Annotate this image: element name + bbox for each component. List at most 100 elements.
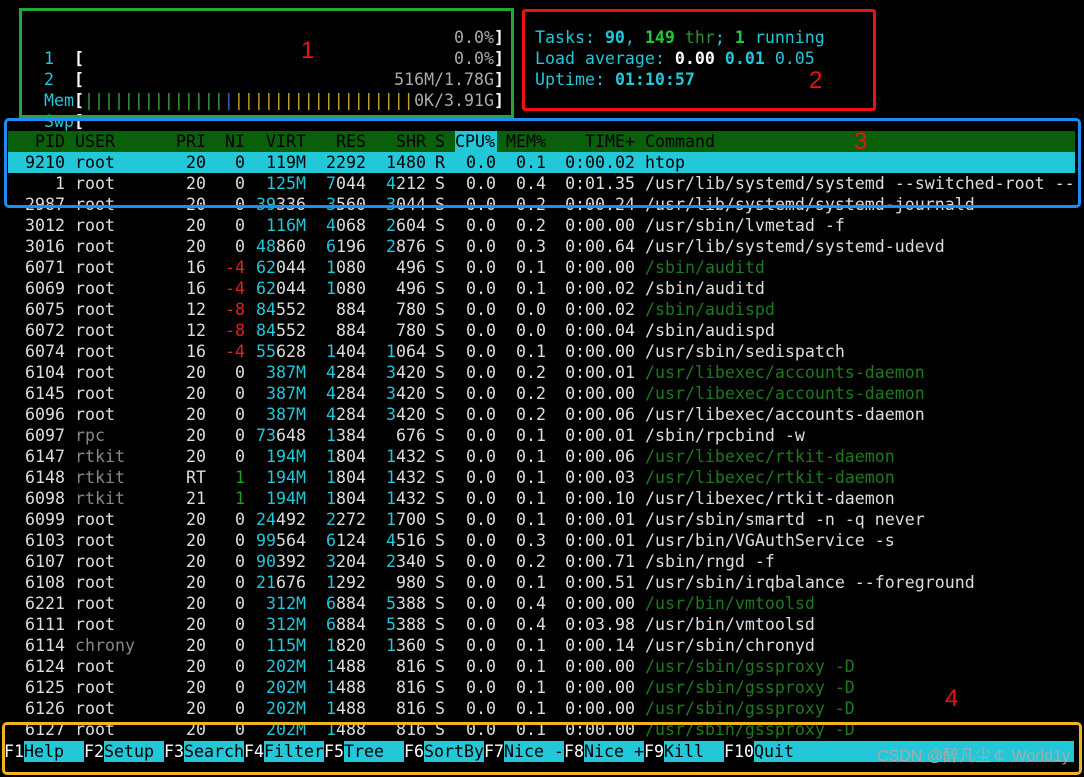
shr-cell: 1064 — [386, 342, 426, 361]
mem-cell: 0.1 — [516, 489, 546, 508]
process-row[interactable]: 3016 root 20 0 48860 6196 2876 S 0.0 0.3 0:00.64/u… — [8, 236, 1084, 257]
pid-cell: 6104 — [25, 363, 65, 382]
mem-cell: 0.1 — [516, 657, 546, 676]
cpu-cell: 0.0 — [466, 699, 496, 718]
command-cell: /usr/libexec/rtkit-daemon — [645, 447, 895, 466]
virt-cell: 387M — [266, 384, 306, 403]
state-cell: S — [435, 552, 445, 571]
process-row[interactable]: 6111 root 20 0 312M 6884 5388 S 0.0 0.4 0:03.98/us… — [8, 614, 1084, 635]
user-cell: rpc — [75, 426, 105, 445]
command-cell: /usr/sbin/gssproxy -D — [645, 699, 855, 718]
process-row[interactable]: 6221 root 20 0 312M 6884 5388 S 0.0 0.4 0:00.00/us… — [8, 593, 1084, 614]
mem-cell: 0.1 — [516, 699, 546, 718]
process-row[interactable]: 6108 root 20 0 21676 1292 980 S 0.0 0.1 0:00.51/us… — [8, 572, 1084, 593]
process-row[interactable]: 6125 root 20 0 202M 1488 816 S 0.0 0.1 0:00.00/usr… — [8, 677, 1084, 698]
user-cell: root — [75, 279, 115, 298]
ni-cell: 1 — [235, 468, 245, 487]
pri-cell: 20 — [186, 405, 206, 424]
shr-cell: 5388 — [386, 615, 426, 634]
cpu-cell: 0.0 — [466, 594, 496, 613]
pid-cell: 6096 — [25, 405, 65, 424]
mem-cell: 0.2 — [516, 552, 546, 571]
user-cell: rtkit — [75, 447, 125, 466]
cpu-cell: 0.0 — [466, 237, 496, 256]
state-cell: S — [435, 489, 445, 508]
mem-cell: 0.1 — [516, 279, 546, 298]
pid-cell: 3012 — [25, 216, 65, 235]
shr-cell: 1700 — [386, 510, 426, 529]
time-cell: 0:00.51 — [565, 573, 635, 592]
time-cell: 0:00.01 — [565, 531, 635, 550]
user-cell: root — [75, 552, 115, 571]
mem-cell: 0.3 — [516, 531, 546, 550]
pid-cell: 6147 — [25, 447, 65, 466]
process-row[interactable]: 6099 root 20 0 24492 2272 1700 S 0.0 0.1 0:00.01/u… — [8, 509, 1084, 530]
process-row[interactable]: 6075 root 12 -8 84552 884 780 S 0.0 0.0 0:00.02/sb… — [8, 299, 1084, 320]
process-row[interactable]: 6072 root 12 -8 84552 884 780 S 0.0 0.0 0:00.04/sb… — [8, 320, 1084, 341]
process-row[interactable]: 6145 root 20 0 387M 4284 3420 S 0.0 0.2 0:00.00/us… — [8, 383, 1084, 404]
process-row[interactable]: 6126 root 20 0 202M 1488 816 S 0.0 0.1 0:00.00/usr… — [8, 698, 1084, 719]
pri-cell: 20 — [186, 657, 206, 676]
process-row[interactable]: 6124 root 20 0 202M 1488 816 S 0.0 0.1 0:00.00/usr… — [8, 656, 1084, 677]
ni-cell: 0 — [235, 594, 245, 613]
pid-cell: 6069 — [25, 279, 65, 298]
virt-cell: 90392 — [256, 552, 306, 571]
process-row[interactable]: 6098 rtkit 21 1 194M 1804 1432 S 0.0 0.1 0:00.10/u… — [8, 488, 1084, 509]
command-cell: /usr/libexec/accounts-daemon — [645, 363, 925, 382]
process-row[interactable]: 6147 rtkit 20 0 194M 1804 1432 S 0.0 0.1 0:00.06/u… — [8, 446, 1084, 467]
time-cell: 0:00.00 — [565, 384, 635, 403]
time-cell: 0:00.01 — [565, 363, 635, 382]
state-cell: S — [435, 678, 445, 697]
virt-cell: 202M — [266, 678, 306, 697]
time-cell: 0:00.02 — [565, 300, 635, 319]
ni-cell: 0 — [235, 636, 245, 655]
time-cell: 0:00.03 — [565, 468, 635, 487]
mem-cell: 0.1 — [516, 636, 546, 655]
user-cell: root — [75, 384, 115, 403]
mem-cell: 0.2 — [516, 363, 546, 382]
state-cell: S — [435, 279, 445, 298]
command-cell: /usr/libexec/accounts-daemon — [645, 405, 925, 424]
process-row[interactable]: 6071 root 16 -4 62044 1080 496 S 0.0 0.1 0:00.00/s… — [8, 257, 1084, 278]
cpu-cell: 0.0 — [466, 531, 496, 550]
ni-cell: 0 — [235, 216, 245, 235]
pid-cell: 6098 — [25, 489, 65, 508]
res-cell: 4284 — [326, 363, 366, 382]
pid-cell: 6108 — [25, 573, 65, 592]
pid-cell: 6072 — [25, 321, 65, 340]
ni-cell: 0 — [235, 552, 245, 571]
cpu-cell: 0.0 — [466, 363, 496, 382]
pri-cell: RT — [186, 468, 206, 487]
annotation-2: 2 — [809, 67, 823, 94]
user-cell: rtkit — [75, 468, 125, 487]
process-row[interactable]: 6096 root 20 0 387M 4284 3420 S 0.0 0.2 0:00.06/us… — [8, 404, 1084, 425]
process-row[interactable]: 6114 chrony 20 0 115M 1820 1360 S 0.0 0.1 0:00.14 /… — [8, 635, 1084, 656]
command-cell: /usr/sbin/gssproxy -D — [645, 657, 855, 676]
pid-cell: 6097 — [25, 426, 65, 445]
annotation-box-3 — [4, 118, 1081, 208]
time-cell: 0:00.00 — [565, 699, 635, 718]
process-row[interactable]: 6097 rpc 20 0 73648 1384 676 S 0.0 0.1 0:00.01/sbi… — [8, 425, 1084, 446]
res-cell: 1804 — [326, 447, 366, 466]
mem-cell: 0.1 — [516, 258, 546, 277]
pid-cell: 6107 — [25, 552, 65, 571]
user-cell: root — [75, 699, 115, 718]
mem-cell: 0.4 — [516, 615, 546, 634]
shr-cell: 1360 — [386, 636, 426, 655]
time-cell: 0:00.10 — [565, 489, 635, 508]
virt-cell: 194M — [266, 489, 306, 508]
process-row[interactable]: 6107 root 20 0 90392 3204 2340 S 0.0 0.2 0:00.71/s… — [8, 551, 1084, 572]
process-row[interactable]: 6074 root 16 -4 55628 1404 1064 S 0.0 0.1 0:00.00 /… — [8, 341, 1084, 362]
process-row[interactable]: 6103 root 20 0 99564 6124 4516 S 0.0 0.3 0:00.01/u… — [8, 530, 1084, 551]
state-cell: S — [435, 237, 445, 256]
cpu-cell: 0.0 — [466, 678, 496, 697]
process-row[interactable]: 6104 root 20 0 387M 4284 3420 S 0.0 0.2 0:00.01/us… — [8, 362, 1084, 383]
time-cell: 0:00.00 — [565, 216, 635, 235]
process-row[interactable]: 6148 rtkit RT 1 194M 1804 1432 S 0.0 0.1 0:00.03/u… — [8, 467, 1084, 488]
state-cell: S — [435, 531, 445, 550]
process-row[interactable]: 3012 root 20 0 116M 4068 2604 S 0.0 0.2 0:00.00/us… — [8, 215, 1084, 236]
pri-cell: 20 — [186, 636, 206, 655]
state-cell: S — [435, 405, 445, 424]
process-row[interactable]: 6069 root 16 -4 62044 1080 496 S 0.0 0.1 0:00.02/s… — [8, 278, 1084, 299]
command-cell: /usr/libexec/accounts-daemon — [645, 384, 925, 403]
